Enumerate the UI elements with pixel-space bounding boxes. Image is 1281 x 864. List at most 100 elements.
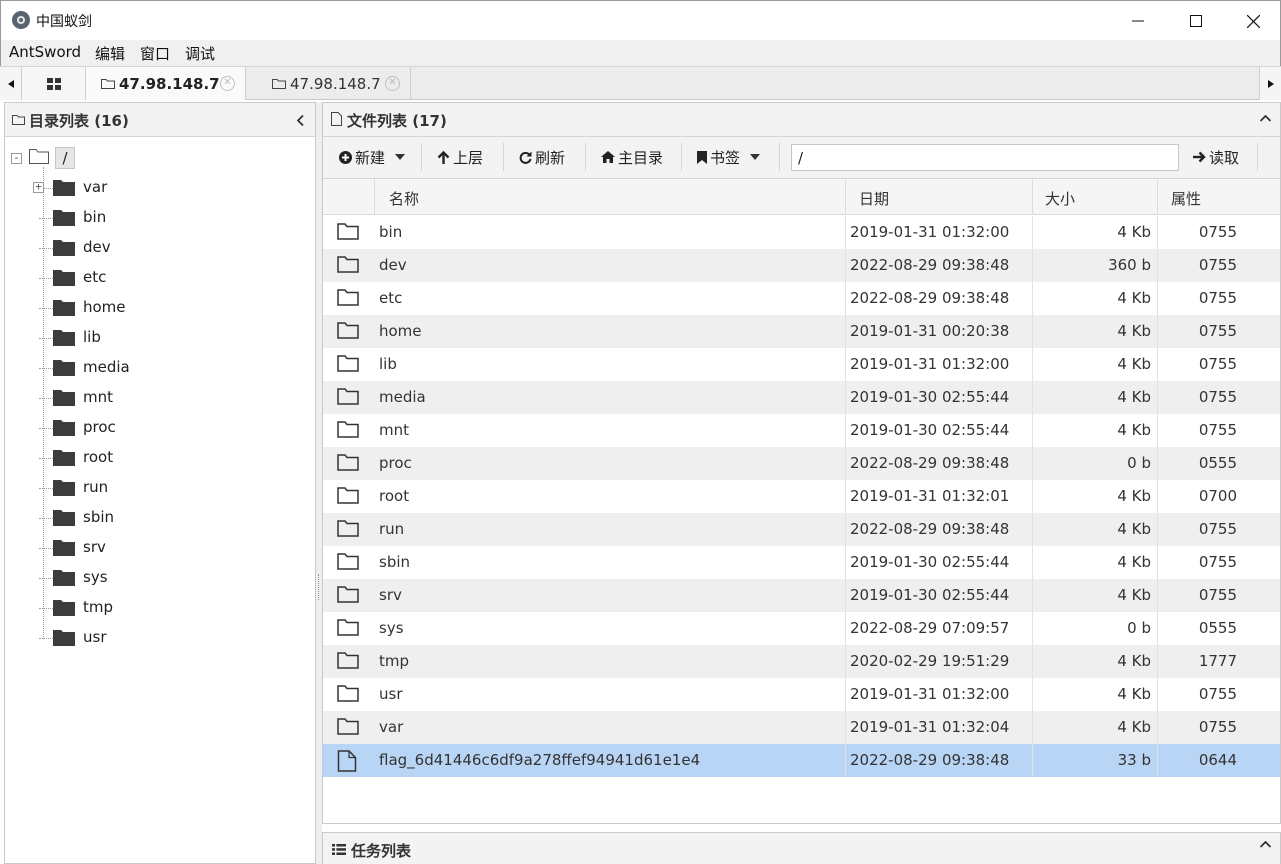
tree-item[interactable]: + var [5, 173, 315, 203]
folder-row[interactable]: etc 2022-08-29 09:38:48 4 Kb 0755 [323, 282, 1280, 315]
tab-scroll-left-button[interactable] [0, 67, 22, 100]
menu-edit[interactable]: 编辑 [95, 43, 125, 64]
up-level-button[interactable]: 上层 [437, 137, 483, 177]
row-name: home [379, 322, 422, 340]
folder-row[interactable]: home 2019-01-31 00:20:38 4 Kb 0755 [323, 315, 1280, 348]
tree-item[interactable]: tmp [5, 593, 315, 623]
folder-icon [53, 360, 75, 380]
row-attr: 0755 [1198, 553, 1237, 571]
folder-row[interactable]: run 2022-08-29 09:38:48 4 Kb 0755 [323, 513, 1280, 546]
new-button[interactable]: 新建 [339, 137, 406, 177]
tab-scroll-right-button[interactable] [1259, 67, 1281, 100]
folder-row[interactable]: proc 2022-08-29 09:38:48 0 b 0555 [323, 447, 1280, 480]
folder-row[interactable]: bin 2019-01-31 01:32:00 4 Kb 0755 [323, 216, 1280, 249]
tree-item[interactable]: home [5, 293, 315, 323]
maximize-button[interactable] [1167, 1, 1225, 41]
folder-icon [337, 387, 359, 409]
collapse-up-icon[interactable] [1260, 115, 1271, 122]
folder-icon [337, 486, 359, 508]
column-size-header[interactable]: 大小 [1032, 179, 1157, 215]
collapse-up-icon[interactable] [1260, 841, 1271, 848]
column-date-header[interactable]: 日期 [845, 179, 1032, 215]
folder-row[interactable]: sys 2022-08-29 07:09:57 0 b 0555 [323, 612, 1280, 645]
row-size: 4 Kb [1117, 487, 1151, 505]
tab-close-icon[interactable]: ✕ [220, 76, 235, 91]
refresh-button[interactable]: 刷新 [519, 137, 565, 177]
tree-item-label: root [83, 448, 114, 466]
menu-window[interactable]: 窗口 [140, 43, 170, 64]
row-date: 2022-08-29 09:38:48 [850, 520, 1010, 538]
tree-item[interactable]: run [5, 473, 315, 503]
file-panel-header: 文件列表 (17) [323, 103, 1280, 137]
minimize-button[interactable] [1109, 1, 1167, 41]
folder-row[interactable]: dev 2022-08-29 09:38:48 360 b 0755 [323, 249, 1280, 282]
collapse-toggle-icon[interactable]: - [11, 152, 22, 164]
menu-debug[interactable]: 调试 [185, 43, 215, 64]
tree-item[interactable]: etc [5, 263, 315, 293]
row-name: usr [379, 685, 403, 703]
folder-icon [53, 450, 75, 470]
tree-item-label: lib [83, 328, 101, 346]
row-date: 2022-08-29 09:38:48 [850, 289, 1010, 307]
row-name: media [379, 388, 426, 406]
tree-item[interactable]: mnt [5, 383, 315, 413]
row-date: 2019-01-30 02:55:44 [850, 553, 1010, 571]
row-attr: 0755 [1198, 256, 1237, 274]
menu-antsword[interactable]: AntSword [9, 43, 81, 61]
tree-item[interactable]: sys [5, 563, 315, 593]
row-attr: 0755 [1198, 421, 1237, 439]
tree-root-label[interactable]: / [55, 147, 75, 169]
folder-icon [337, 552, 359, 574]
tree-item[interactable]: srv [5, 533, 315, 563]
tab-home[interactable] [22, 67, 86, 100]
folder-row[interactable]: var 2019-01-31 01:32:04 4 Kb 0755 [323, 711, 1280, 744]
row-name: sys [379, 619, 404, 637]
tree-item[interactable]: usr [5, 623, 315, 653]
folder-row[interactable]: srv 2019-01-30 02:55:44 4 Kb 0755 [323, 579, 1280, 612]
row-name: srv [379, 586, 402, 604]
tree-item[interactable]: root [5, 443, 315, 473]
row-attr: 0755 [1198, 388, 1237, 406]
expand-toggle-icon[interactable]: + [33, 181, 44, 193]
column-name-header[interactable]: 名称 [374, 179, 846, 215]
folder-row[interactable]: lib 2019-01-31 01:32:00 4 Kb 0755 [323, 348, 1280, 381]
row-name: dev [379, 256, 407, 274]
folder-row[interactable]: sbin 2019-01-30 02:55:44 4 Kb 0755 [323, 546, 1280, 579]
row-name: lib [379, 355, 397, 373]
folder-icon [53, 540, 75, 560]
folder-row[interactable]: tmp 2020-02-29 19:51:29 4 Kb 1777 [323, 645, 1280, 678]
tree-item[interactable]: lib [5, 323, 315, 353]
read-button[interactable]: 读取 [1193, 137, 1239, 177]
file-row[interactable]: flag_6d41446c6df9a278ffef94941d61e1e4 202… [323, 744, 1280, 777]
row-date: 2022-08-29 09:38:48 [850, 454, 1010, 472]
home-dir-button[interactable]: 主目录 [601, 137, 663, 177]
column-attr-header[interactable]: 属性 [1157, 179, 1280, 215]
tree-item[interactable]: dev [5, 233, 315, 263]
tree-item[interactable]: bin [5, 203, 315, 233]
plus-circle-icon [339, 150, 352, 164]
folder-row[interactable]: mnt 2019-01-30 02:55:44 4 Kb 0755 [323, 414, 1280, 447]
tab-connection[interactable]: 47.98.148.7 ✕ [246, 67, 411, 100]
collapse-left-icon[interactable] [297, 115, 304, 126]
close-button[interactable] [1225, 1, 1281, 41]
folder-row[interactable]: root 2019-01-31 01:32:01 4 Kb 0700 [323, 480, 1280, 513]
path-input[interactable] [791, 144, 1179, 171]
folder-row[interactable]: usr 2019-01-31 01:32:00 4 Kb 0755 [323, 678, 1280, 711]
home-dir-label: 主目录 [618, 148, 664, 167]
row-size: 4 Kb [1117, 355, 1151, 373]
row-size: 0 b [1127, 454, 1151, 472]
row-name: tmp [379, 652, 410, 670]
folder-row[interactable]: media 2019-01-30 02:55:44 4 Kb 0755 [323, 381, 1280, 414]
tree-item[interactable]: media [5, 353, 315, 383]
refresh-icon [519, 151, 532, 164]
tab-connection-active[interactable]: 47.98.148.7 ✕ [86, 67, 246, 100]
row-size: 4 Kb [1117, 520, 1151, 538]
tree-item[interactable]: proc [5, 413, 315, 443]
folder-outline-icon [12, 115, 25, 125]
tree-item[interactable]: sbin [5, 503, 315, 533]
row-date: 2019-01-31 01:32:00 [850, 355, 1010, 373]
tab-close-icon[interactable]: ✕ [385, 76, 400, 91]
row-name: sbin [379, 553, 411, 571]
bookmark-button[interactable]: 书签 [697, 137, 761, 177]
folder-outline-icon [29, 149, 49, 164]
